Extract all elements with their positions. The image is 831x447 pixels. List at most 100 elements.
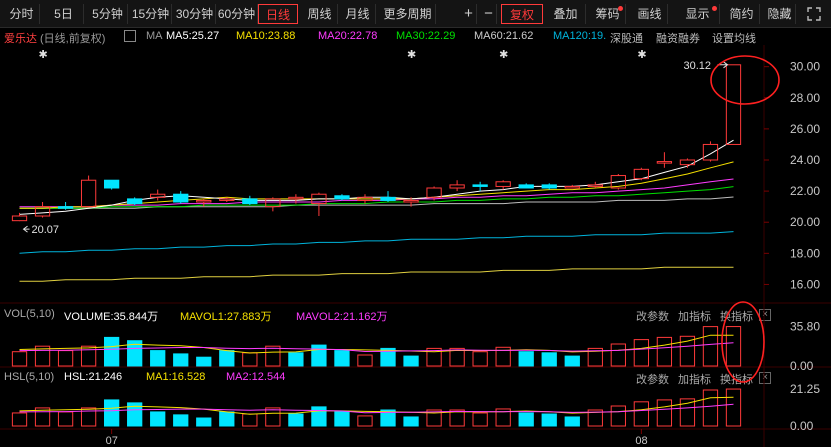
candle-body: [150, 193, 166, 198]
turnover-bar: [219, 411, 235, 427]
expand-icon: [807, 7, 821, 21]
price-axis-label: 26.00: [790, 122, 820, 136]
volume-bar: [564, 355, 580, 367]
candle-body: [426, 187, 442, 198]
notification-dot: [618, 6, 623, 11]
display-dropdown[interactable]: 显示: [676, 4, 720, 24]
zoom-in-button[interactable]: +: [461, 4, 477, 24]
candle-body: [242, 198, 258, 205]
event-star-icon: ✱: [499, 49, 508, 61]
turnover-bar: [34, 407, 51, 427]
turnover-bar: [311, 406, 327, 427]
ma-label: MA: [146, 30, 163, 42]
more-periods-dropdown[interactable]: 更多周期: [380, 4, 436, 24]
switch-indicator-button[interactable]: 换指标: [720, 308, 753, 324]
settings-gear-icon[interactable]: [124, 30, 136, 42]
turnover-bar: [495, 408, 511, 427]
volume-bar: [633, 339, 649, 367]
add-indicator-button[interactable]: 加指标: [678, 308, 711, 324]
period-button-active[interactable]: 日线: [258, 4, 298, 24]
period-button[interactable]: 周线: [302, 4, 338, 24]
close-panel-icon[interactable]: ×: [759, 372, 771, 384]
turnover-bar: [334, 411, 350, 427]
display-label: 显示: [685, 7, 710, 21]
margin-trading-link[interactable]: 融资融券: [656, 30, 700, 46]
candle-body: [403, 199, 419, 203]
candle-body: [57, 206, 74, 209]
add-indicator-button[interactable]: 加指标: [678, 371, 711, 387]
event-star-icon: ✱: [407, 49, 416, 61]
turnover-bar: [104, 399, 120, 427]
ma20-line: [19, 178, 734, 208]
candle-body: [127, 198, 143, 205]
vol-indicator-name: VOL(5,10): [4, 308, 55, 320]
price-axis-label: 30.00: [790, 60, 820, 74]
hsl-ma2-line: [19, 403, 734, 414]
volume-bar: [219, 350, 235, 367]
adjust-dropdown[interactable]: 复权: [501, 4, 543, 24]
change-params-button[interactable]: 改参数: [636, 308, 669, 324]
volume-bar: [357, 354, 373, 367]
switch-indicator-button[interactable]: 换指标: [720, 371, 753, 387]
ma250-line: [19, 266, 734, 282]
zoom-out-button[interactable]: −: [481, 4, 497, 24]
volume-bar: [380, 347, 396, 367]
mavol2-line: [19, 342, 734, 353]
volume-bar: [196, 356, 212, 367]
volume-bar: [11, 351, 28, 367]
volume-bar: [518, 351, 534, 367]
period-button[interactable]: 月线: [340, 4, 376, 24]
indicator-axis-label: 21.25: [790, 382, 820, 396]
volume-bar: [34, 345, 51, 367]
chips-button[interactable]: 筹码: [590, 4, 626, 24]
hsl-value: HSL:21.246: [64, 371, 123, 383]
period-button[interactable]: 5分钟: [88, 4, 128, 24]
low-arrow-icon: [22, 225, 30, 233]
highlight-circle: [710, 55, 780, 105]
candle-body: [196, 199, 212, 203]
turnover-bar: [288, 413, 304, 427]
fullscreen-icon[interactable]: [800, 4, 828, 24]
indicator-axis-label: 0.00: [790, 359, 814, 373]
turnover-bar: [587, 409, 603, 427]
turnover-bar: [541, 413, 557, 427]
turnover-bar: [702, 389, 719, 427]
candle-body: [587, 184, 603, 187]
period-button[interactable]: 分时: [4, 4, 40, 24]
turnover-bar: [449, 409, 465, 427]
candle-body: [610, 175, 626, 189]
shen-gu-tong-link[interactable]: 深股通: [610, 30, 643, 46]
period-button[interactable]: 30分钟: [174, 4, 216, 24]
volume-bar: [472, 351, 488, 367]
hide-button[interactable]: 隐藏: [764, 4, 796, 24]
overlay-dropdown[interactable]: 叠加: [546, 4, 586, 24]
simple-mode-button[interactable]: 简约: [724, 4, 760, 24]
ma120-value: MA120:19.: [553, 30, 607, 42]
volume-bar: [541, 352, 557, 367]
turnover-panel-header: HSL(5,10) HSL:21.246 MA1:16.528 MA2:12.5…: [0, 370, 760, 386]
change-params-button[interactable]: 改参数: [636, 371, 669, 387]
ma30-value: MA30:22.29: [396, 30, 456, 42]
ma120-line: [19, 231, 734, 254]
stock-name[interactable]: 爱乐达: [4, 30, 37, 46]
toolbar: 分时 5日 5分钟 15分钟 30分钟 60分钟 日线 周线 月线 更多周期 +…: [0, 0, 831, 28]
ma-settings-dropdown[interactable]: 设置均线: [712, 30, 756, 46]
volume-bar: [495, 346, 511, 367]
period-button[interactable]: 15分钟: [130, 4, 172, 24]
period-button[interactable]: 60分钟: [216, 4, 258, 24]
period-button[interactable]: 5日: [44, 4, 84, 24]
close-panel-icon[interactable]: ×: [759, 309, 771, 321]
turnover-bar: [656, 399, 673, 427]
turnover-bar: [265, 407, 281, 427]
turnover-bar: [679, 398, 696, 427]
date-label: 08: [635, 435, 647, 447]
turnover-bar: [11, 412, 28, 427]
candle-body: [311, 193, 327, 205]
candle-body: [564, 185, 580, 189]
turnover-bar: [518, 412, 534, 427]
candle-body: [495, 181, 511, 187]
turnover-bar: [725, 388, 742, 427]
draw-line-button[interactable]: 画线: [632, 4, 668, 24]
candle-body: [334, 195, 350, 200]
mavol1-value: MAVOL1:27.883万: [180, 311, 272, 323]
